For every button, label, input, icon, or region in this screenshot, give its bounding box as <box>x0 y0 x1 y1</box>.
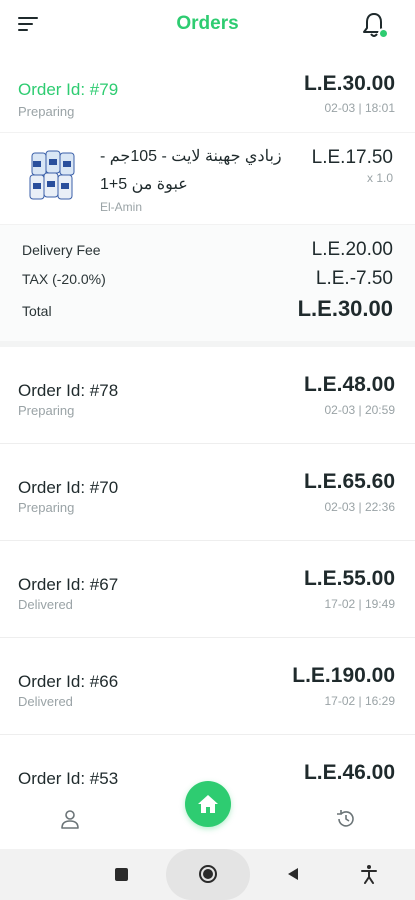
delivery-fee-row: Delivery Fee L.E.20.00 <box>22 239 393 261</box>
product-vendor: El-Amin <box>100 200 143 214</box>
history-icon[interactable] <box>334 807 358 831</box>
circle-icon[interactable] <box>198 864 218 884</box>
order-id: Order Id: #78 <box>18 381 119 400</box>
order-status: Preparing <box>18 500 75 515</box>
order-status: Delivered <box>18 694 73 709</box>
notification-dot <box>378 28 389 39</box>
product-quantity: x 1.0 <box>366 171 393 185</box>
delivery-fee-label: Delivery Fee <box>22 242 101 258</box>
tax-row: TAX (-20.0%) L.E.-7.50 <box>22 268 393 290</box>
product-name: زبادي جهينة لايت - 105جم - عبوة من 5+1 <box>100 148 282 193</box>
order-date: 02-03 | 22:36 <box>324 500 395 514</box>
order-row-expanded[interactable]: Order Id: #79 Preparing L.E.30.00 02-03 … <box>0 52 415 132</box>
delivery-fee-value: L.E.20.00 <box>311 239 393 260</box>
order-amount: L.E.55.00 <box>303 567 395 590</box>
order-amount: L.E.65.60 <box>303 470 395 493</box>
app-header: Orders <box>0 0 415 52</box>
order-row[interactable]: Order Id: #67 Delivered L.E.55.00 17-02 … <box>0 541 415 638</box>
product-price: L.E.17.50 <box>311 147 393 168</box>
back-triangle-icon[interactable] <box>285 866 301 882</box>
order-row[interactable]: Order Id: #70 Preparing L.E.65.60 02-03 … <box>0 444 415 541</box>
total-row: Total L.E.30.00 <box>22 296 393 322</box>
square-icon[interactable] <box>115 868 128 881</box>
order-amount: L.E.30.00 <box>303 72 395 95</box>
bottom-nav <box>0 781 415 849</box>
accessibility-icon[interactable] <box>360 864 378 884</box>
order-date: 17-02 | 16:29 <box>324 694 395 708</box>
order-id: Order Id: #66 <box>18 672 119 691</box>
order-id: Order Id: #70 <box>18 478 119 497</box>
order-row[interactable]: Order Id: #66 Delivered L.E.190.00 17-02… <box>0 638 415 735</box>
orders-list[interactable]: Order Id: #79 Preparing L.E.30.00 02-03 … <box>0 52 415 787</box>
total-value: L.E.30.00 <box>297 296 393 321</box>
order-amount: L.E.190.00 <box>292 664 395 687</box>
bell-icon[interactable] <box>359 10 389 40</box>
order-item[interactable]: زبادي جهينة لايت - 105جم - عبوة من 5+1 E… <box>0 132 415 225</box>
home-icon[interactable] <box>185 781 231 827</box>
order-id: Order Id: #79 <box>18 80 119 99</box>
order-summary: Delivery Fee L.E.20.00 TAX (-20.0%) L.E.… <box>0 225 415 347</box>
system-nav-bar <box>0 849 415 900</box>
order-date: 02-03 | 18:01 <box>324 101 395 115</box>
tax-value: L.E.-7.50 <box>315 268 393 289</box>
order-id: Order Id: #67 <box>18 575 119 594</box>
order-id: Order Id: #53 <box>18 769 119 787</box>
order-row[interactable]: Order Id: #78 Preparing L.E.48.00 02-03 … <box>0 347 415 444</box>
order-amount: L.E.48.00 <box>303 373 395 396</box>
order-status: Delivered <box>18 597 73 612</box>
order-date: 02-03 | 20:59 <box>324 403 395 417</box>
product-image <box>24 147 80 209</box>
tax-label: TAX (-20.0%) <box>22 271 106 287</box>
user-icon[interactable] <box>58 807 82 831</box>
page-title: Orders <box>176 13 239 34</box>
order-row[interactable]: Order Id: #53 L.E.46.00 <box>0 735 415 787</box>
order-date: 17-02 | 19:49 <box>324 597 395 611</box>
order-amount: L.E.46.00 <box>303 761 395 784</box>
total-label: Total <box>22 303 52 319</box>
order-status: Preparing <box>18 104 75 119</box>
order-status: Preparing <box>18 403 75 418</box>
